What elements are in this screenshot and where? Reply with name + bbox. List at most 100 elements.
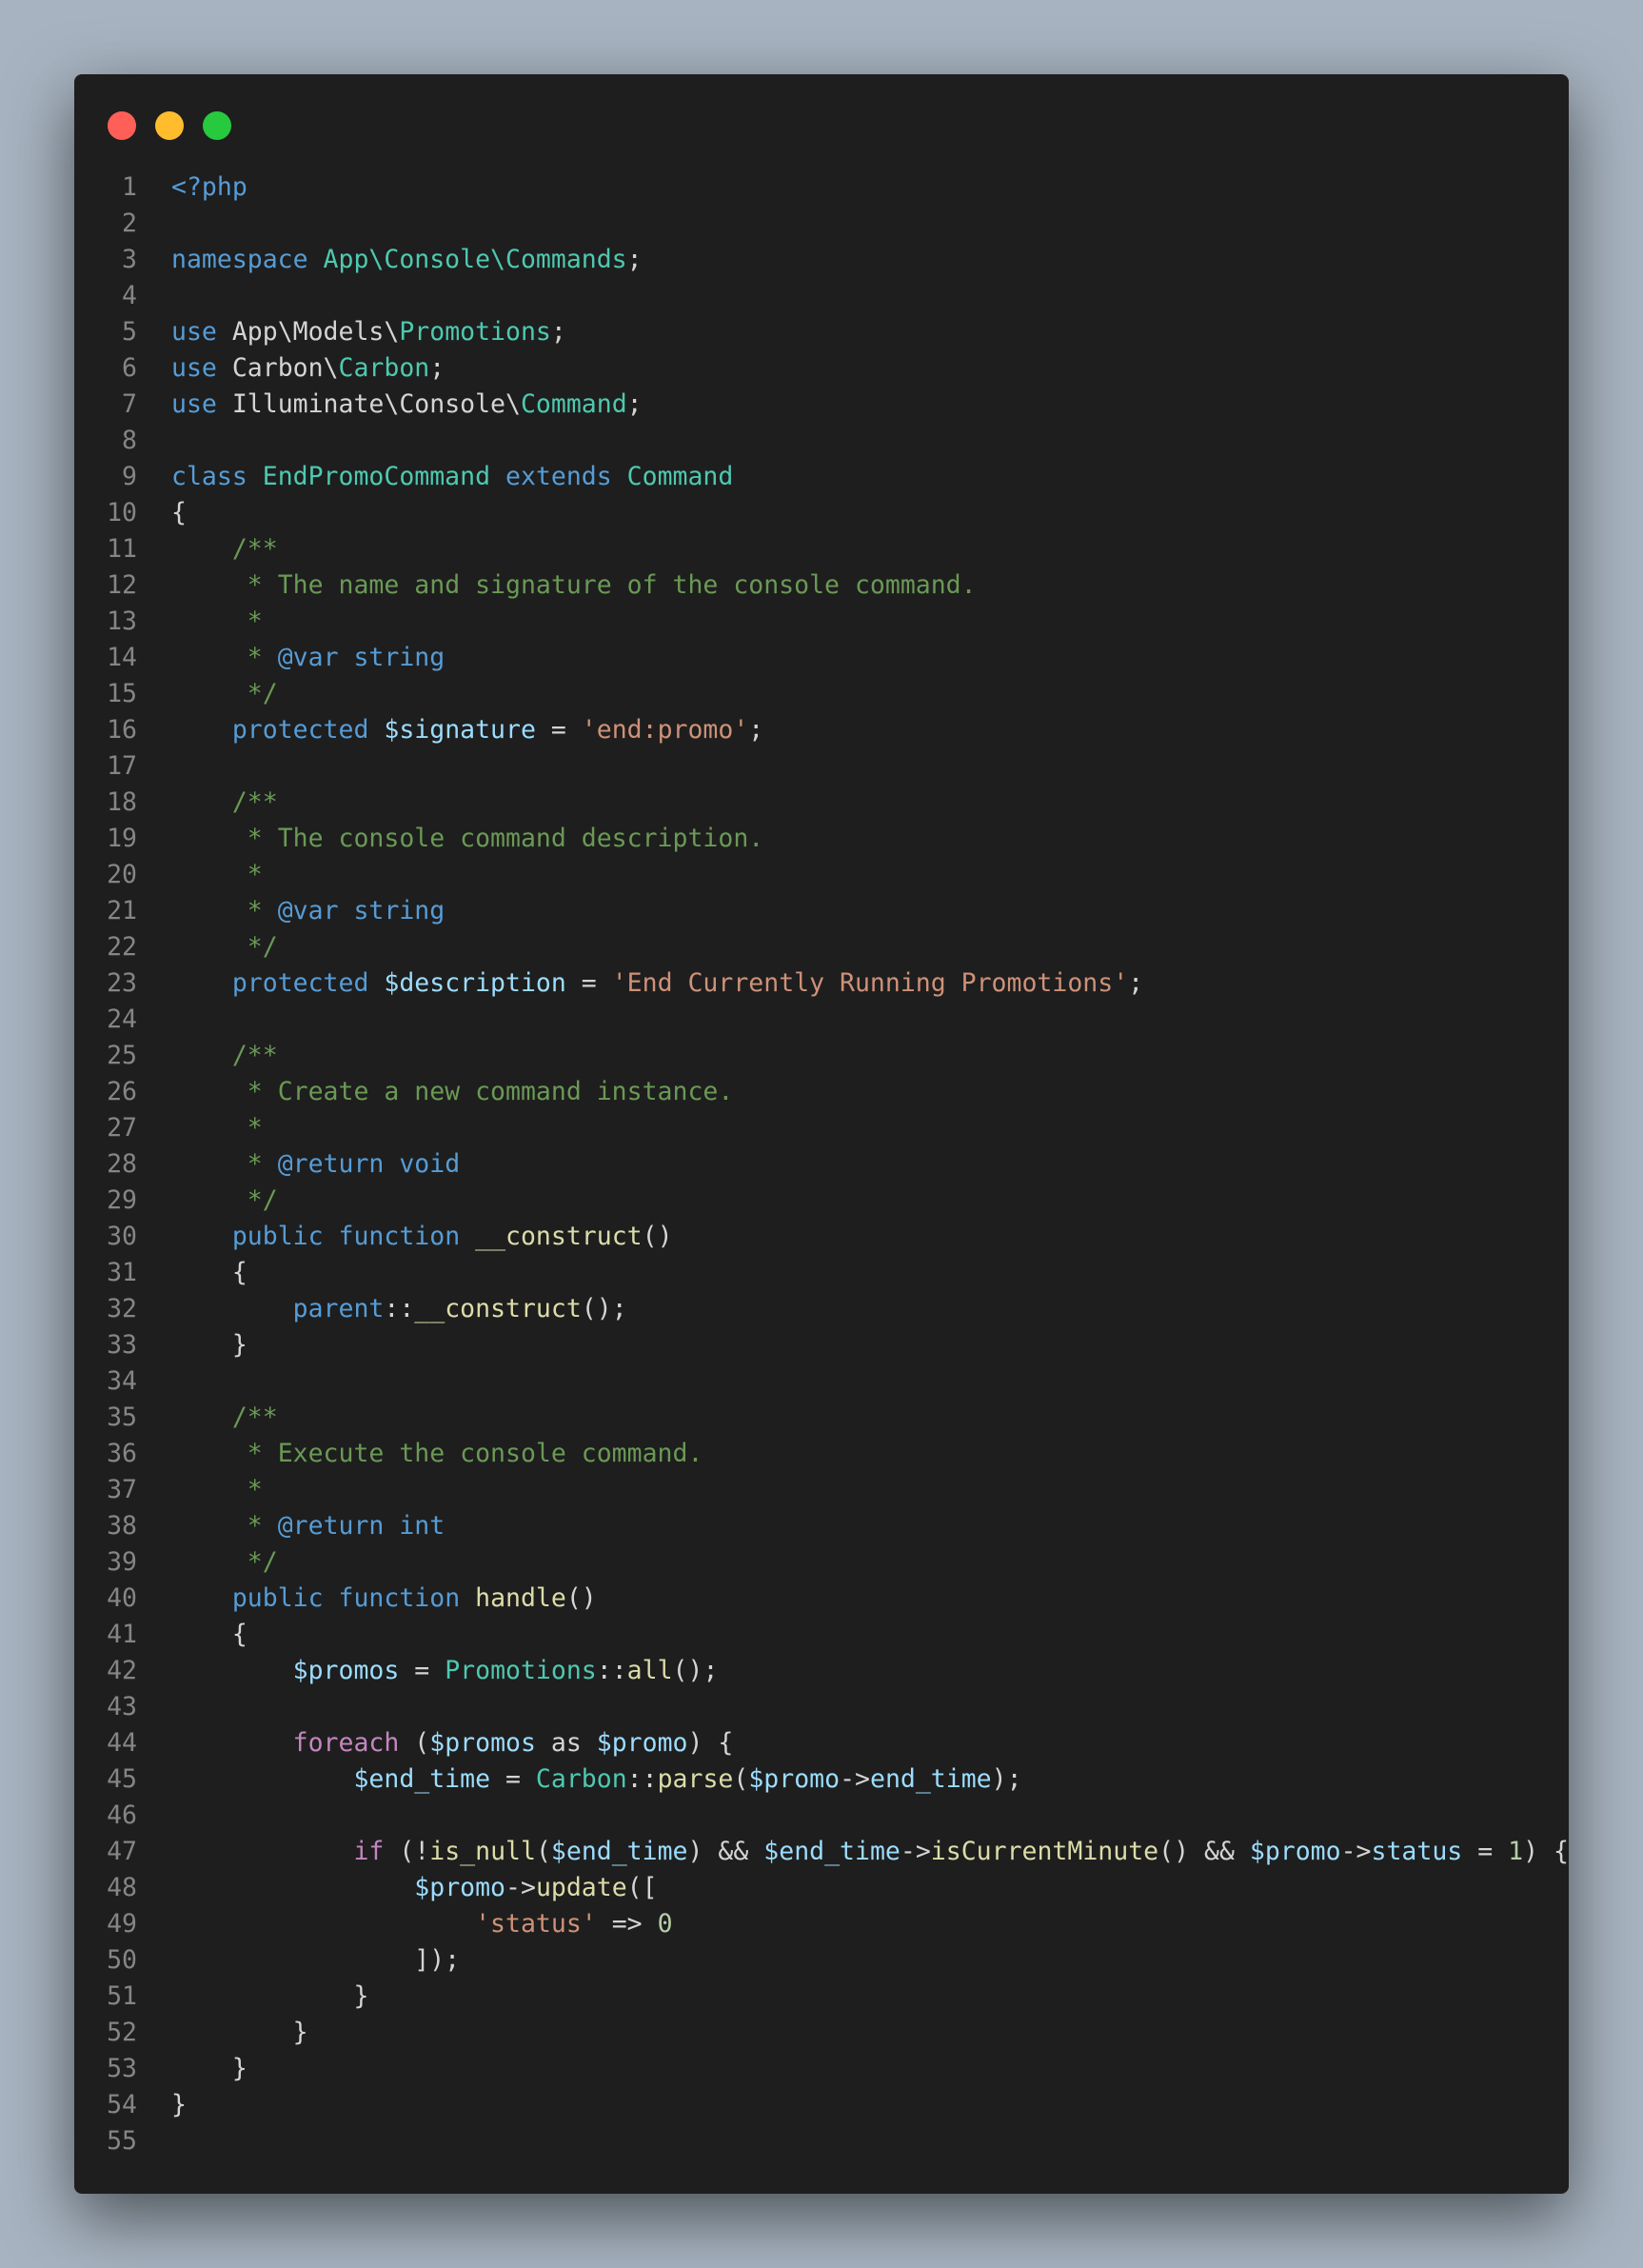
line-number: 25: [107, 1041, 137, 1070]
code-line: 31 {: [74, 1255, 1569, 1291]
code-token: {: [171, 1620, 247, 1649]
code-line: 36 * Execute the console command.: [74, 1436, 1569, 1472]
line-number: 46: [107, 1800, 137, 1830]
line-number: 6: [122, 353, 137, 383]
code-text: use App\Models\Promotions;: [171, 314, 566, 350]
code-text: namespace App\Console\Commands;: [171, 242, 643, 278]
line-number: 38: [107, 1511, 137, 1541]
code-token: Command: [626, 462, 734, 491]
line-number: 39: [107, 1547, 137, 1577]
code-token: parse: [657, 1764, 734, 1794]
code-line: 29 */: [74, 1183, 1569, 1219]
code-text: * @var string: [171, 893, 445, 929]
code-line: 49 'status' => 0: [74, 1906, 1569, 1942]
line-number: 43: [107, 1692, 137, 1721]
code-token: protected: [231, 968, 385, 998]
code-line: 28 * @return void: [74, 1146, 1569, 1183]
line-number: 21: [107, 896, 137, 925]
code-line: 34: [74, 1363, 1569, 1400]
code-line: 3 namespace App\Console\Commands;: [74, 242, 1569, 278]
code-token: ) {: [687, 1728, 734, 1758]
code-token: *: [247, 896, 278, 925]
code-text: protected $signature = 'end:promo';: [171, 712, 763, 748]
code-token: ->: [1340, 1837, 1372, 1866]
code-token: if: [353, 1837, 385, 1866]
code-token: EndPromoCommand: [262, 462, 491, 491]
code-token: =: [490, 1764, 536, 1794]
code-text: public function __construct(): [171, 1219, 673, 1255]
code-text: }: [171, 1979, 368, 2015]
line-number: 3: [122, 245, 137, 274]
line-number: 45: [107, 1764, 137, 1794]
code-line: 27 *: [74, 1110, 1569, 1146]
code-token: protected: [231, 715, 385, 745]
code-token: $promo: [748, 1764, 841, 1794]
code-token: $promo: [1249, 1837, 1341, 1866]
code-token: all: [626, 1656, 673, 1685]
code-line: 10 {: [74, 495, 1569, 531]
code-token: ::: [384, 1294, 415, 1323]
code-line: 43: [74, 1689, 1569, 1725]
code-text: *: [171, 1110, 263, 1146]
code-token: Carbon: [338, 353, 430, 383]
code-token: );: [991, 1764, 1022, 1794]
code-token: ->: [900, 1837, 931, 1866]
code-text: 'status' => 0: [171, 1906, 672, 1942]
code-text: * @return void: [171, 1146, 460, 1183]
code-text: /**: [171, 1400, 278, 1436]
code-line: 35 /**: [74, 1400, 1569, 1436]
code-line: 20 *: [74, 857, 1569, 893]
code-text: }: [171, 2051, 247, 2087]
line-number: 12: [107, 570, 137, 600]
code-line: 6 use Carbon\Carbon;: [74, 350, 1569, 387]
code-text: use Carbon\Carbon;: [171, 350, 445, 387]
code-token: Promotions: [399, 317, 551, 347]
maximize-button[interactable]: [203, 111, 231, 140]
code-token: ->: [840, 1764, 870, 1794]
code-token: $signature: [384, 715, 536, 745]
line-number: 8: [122, 426, 137, 455]
code-token: ) &&: [687, 1837, 764, 1866]
code-token: status: [1371, 1837, 1463, 1866]
code-token: __construct: [475, 1222, 643, 1251]
code-token: }: [171, 1330, 247, 1360]
code-text: /**: [171, 785, 278, 821]
minimize-button[interactable]: [155, 111, 184, 140]
code-token: =>: [596, 1909, 658, 1939]
line-number: 44: [107, 1728, 137, 1758]
line-number: 15: [107, 679, 137, 708]
code-token: /**: [231, 787, 278, 817]
code-line: 24: [74, 1002, 1569, 1038]
code-text: }: [171, 2087, 187, 2123]
line-number: 11: [107, 534, 137, 564]
code-token: *: [247, 860, 263, 889]
code-line: 48 $promo->update([: [74, 1870, 1569, 1906]
code-text: {: [171, 1255, 247, 1291]
line-number: 51: [107, 1981, 137, 2011]
code-line: 50 ]);: [74, 1942, 1569, 1979]
close-button[interactable]: [108, 111, 136, 140]
code-token: update: [535, 1873, 627, 1902]
code-token: __construct: [414, 1294, 582, 1323]
code-line: 13 *: [74, 604, 1569, 640]
code-token: /**: [231, 534, 278, 564]
code-token: (!: [384, 1837, 430, 1866]
code-line: 46: [74, 1798, 1569, 1834]
code-token: Promotions: [445, 1656, 597, 1685]
code-text: use Illuminate\Console\Command;: [171, 387, 643, 423]
line-number: 41: [107, 1620, 137, 1649]
code-line: 16 protected $signature = 'end:promo';: [74, 712, 1569, 748]
code-line: 23 protected $description = 'End Current…: [74, 965, 1569, 1002]
code-token: parent: [292, 1294, 385, 1323]
code-text: */: [171, 1544, 278, 1581]
code-text: * @var string: [171, 640, 445, 676]
code-token: is_null: [429, 1837, 536, 1866]
